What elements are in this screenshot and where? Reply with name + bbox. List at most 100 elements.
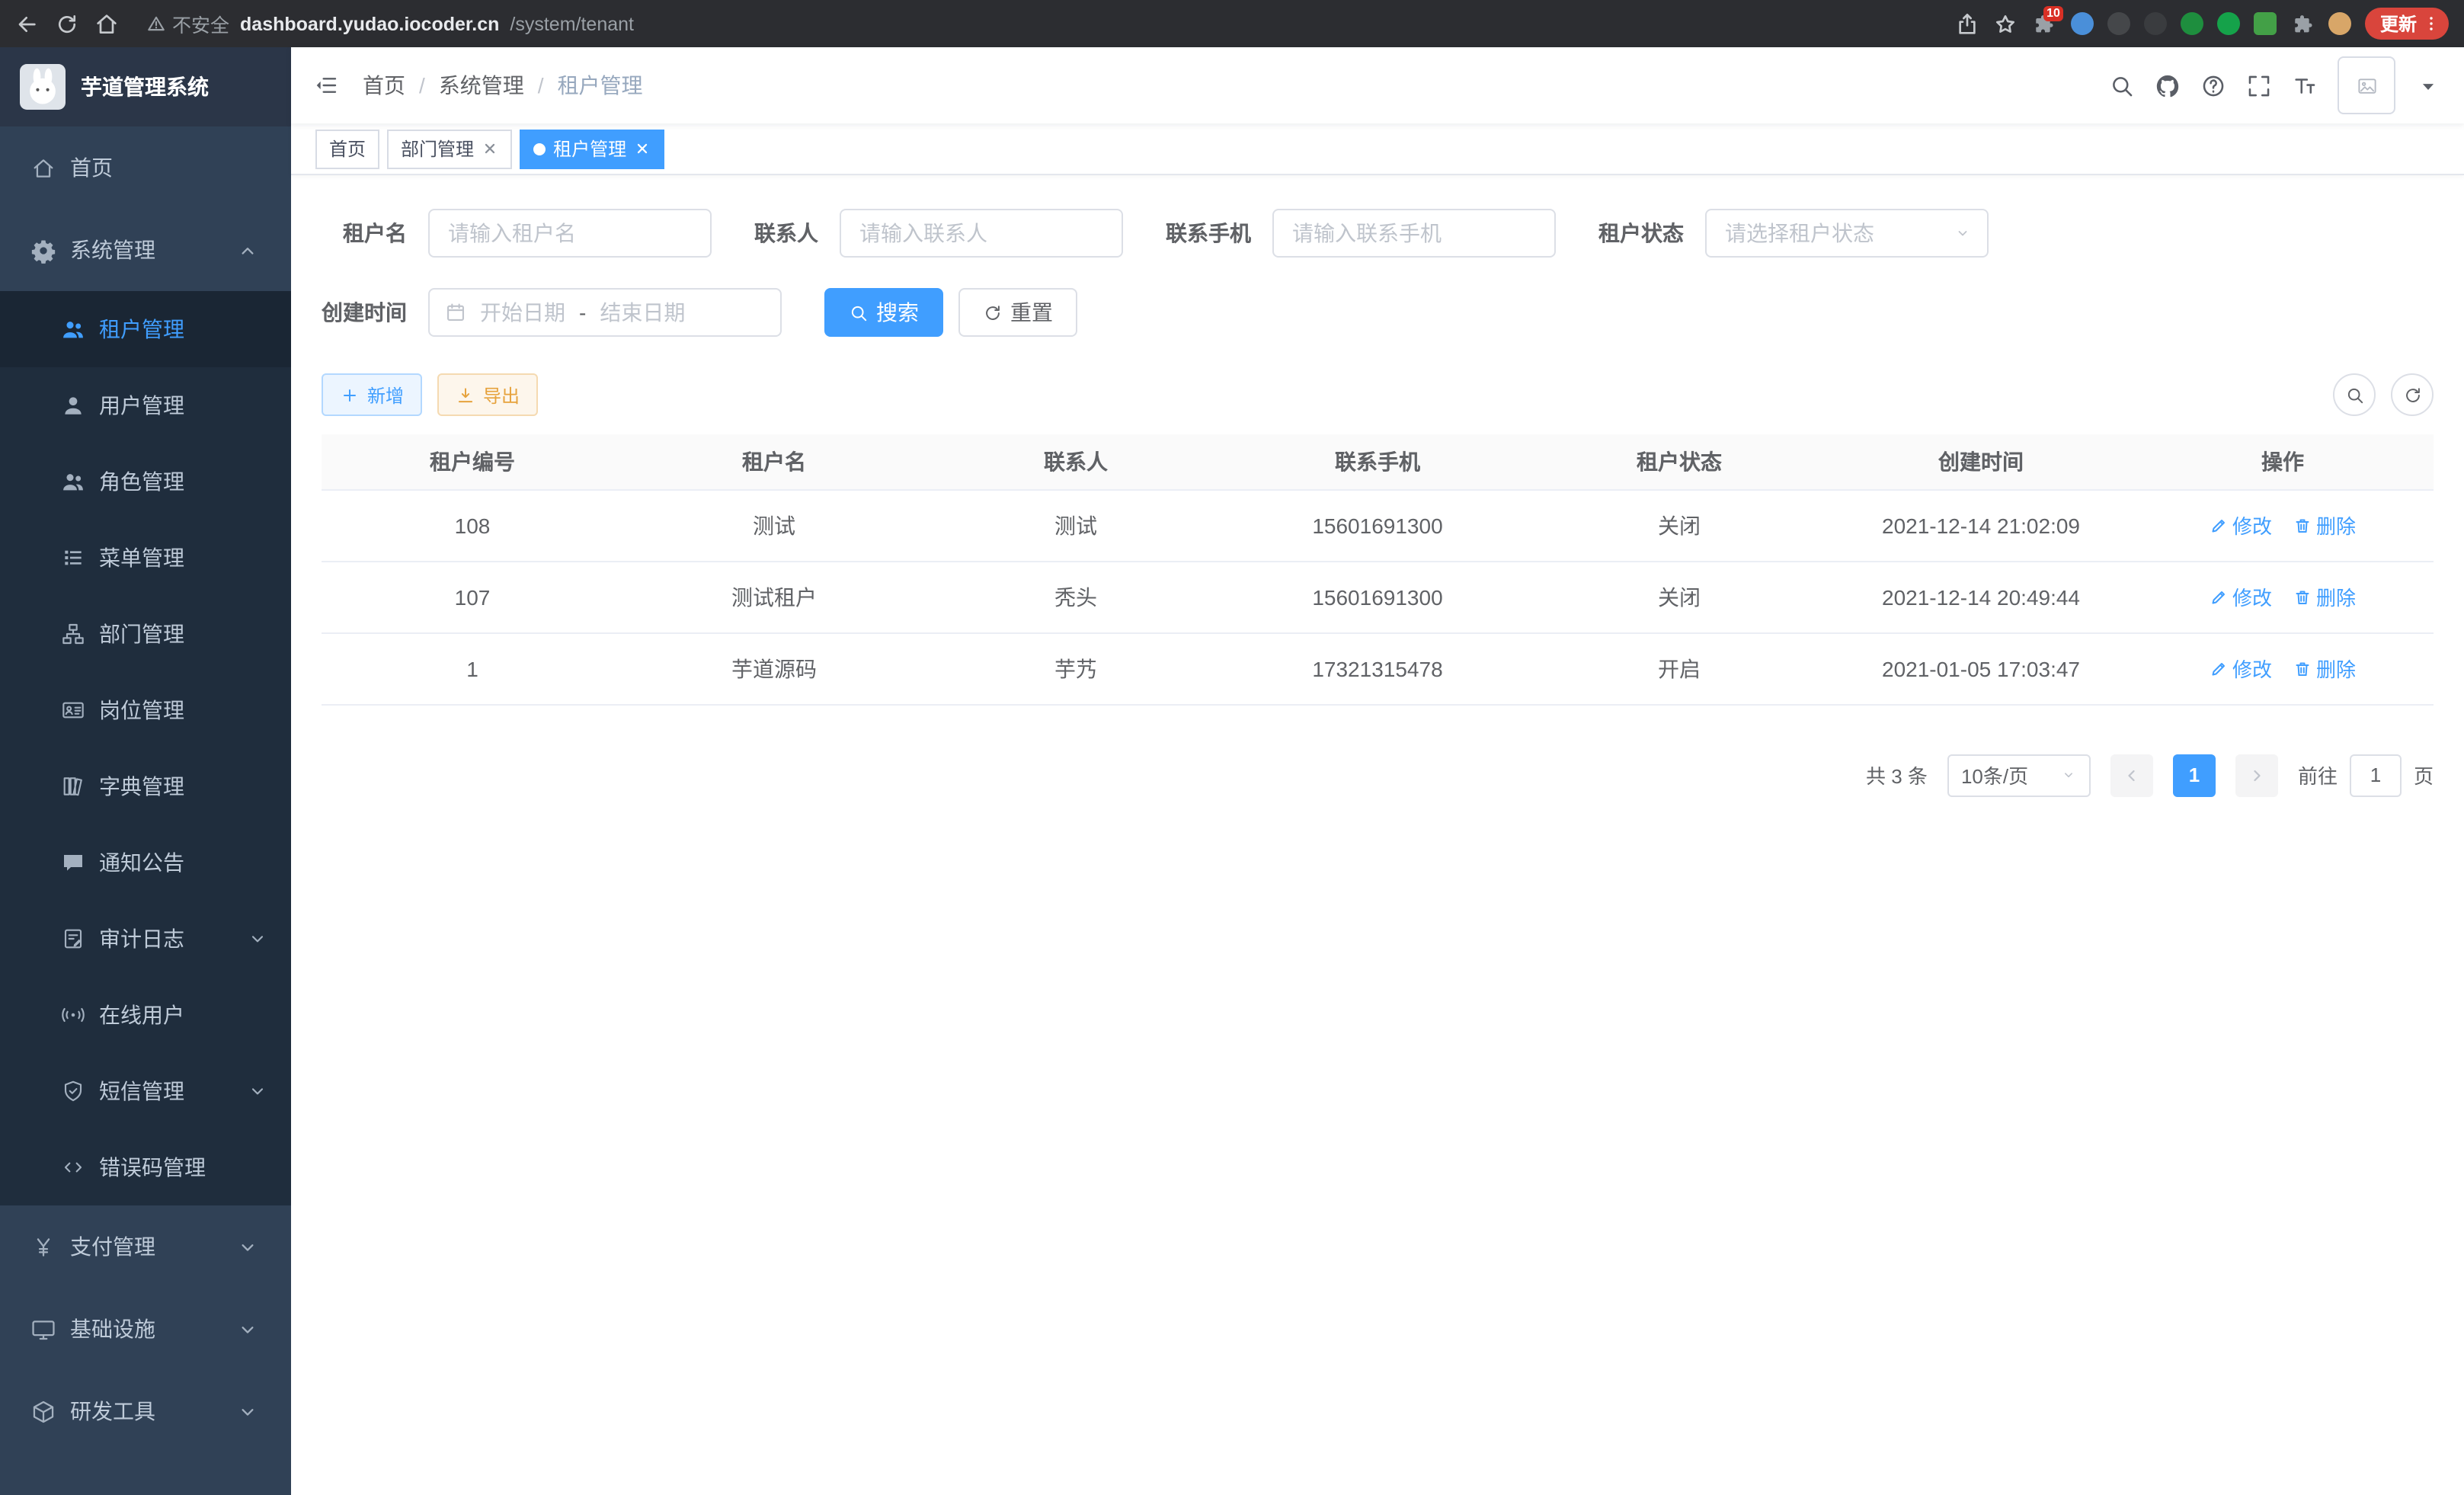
create-time-range-picker[interactable]: 开始日期 - 结束日期 <box>428 288 782 337</box>
sidebar-item-devtools[interactable]: 研发工具 <box>0 1370 291 1452</box>
sidebar-item-infra[interactable]: 基础设施 <box>0 1288 291 1370</box>
security-chip[interactable]: 不安全 <box>146 9 229 38</box>
delete-link[interactable]: 删除 <box>2293 582 2356 611</box>
export-button-label: 导出 <box>483 382 520 408</box>
column-header: 联系手机 <box>1227 434 1528 489</box>
export-button[interactable]: 导出 <box>437 373 538 416</box>
browser-home-icon[interactable] <box>94 11 119 36</box>
tab-tenant[interactable]: 租户管理 <box>520 129 664 168</box>
status-select-placeholder: 请选择租户状态 <box>1725 218 1874 248</box>
tab-home[interactable]: 首页 <box>315 129 379 168</box>
user-icon <box>61 393 85 418</box>
sidebar-item-dept[interactable]: 部门管理 <box>0 596 291 672</box>
extension-badge: 10 <box>2043 6 2063 21</box>
pagination: 共 3 条 10条/页 1 前往 页 <box>322 754 2434 796</box>
page-number-1[interactable]: 1 <box>2173 754 2216 796</box>
edit-link[interactable]: 修改 <box>2210 582 2272 611</box>
extension-green-icon-1[interactable] <box>2181 12 2203 35</box>
breadcrumb-system[interactable]: 系统管理 <box>439 70 524 101</box>
table-row: 1 芋道源码 芋艿 17321315478 开启 2021-01-05 17:0… <box>322 632 2434 704</box>
cell-phone: 15601691300 <box>1227 489 1528 561</box>
sidebar-logo[interactable]: 芋道管理系统 <box>0 47 291 126</box>
sidebar: 芋道管理系统 首页 系统管理 租户管理 用户管理 <box>0 47 291 1495</box>
reset-button[interactable]: 重置 <box>958 288 1077 337</box>
extension-dark-icon-1[interactable] <box>2107 12 2130 35</box>
close-icon[interactable] <box>482 140 498 157</box>
sidebar-item-sms[interactable]: 短信管理 <box>0 1053 291 1129</box>
kebab-menu-icon[interactable] <box>2421 14 2441 34</box>
cell-status: 关闭 <box>1528 561 1830 632</box>
delete-link[interactable]: 删除 <box>2293 511 2356 539</box>
tenant-name-input[interactable] <box>448 221 692 245</box>
address-bar[interactable]: 不安全 dashboard.yudao.iocoder.cn/system/te… <box>146 9 634 38</box>
close-icon[interactable] <box>634 140 651 157</box>
browser-back-icon[interactable] <box>15 11 40 36</box>
sidebar-item-menu[interactable]: 菜单管理 <box>0 520 291 596</box>
chevron-down-icon <box>235 1316 261 1342</box>
sidebar-item-post[interactable]: 岗位管理 <box>0 672 291 748</box>
table-row: 108 测试 测试 15601691300 关闭 2021-12-14 21:0… <box>322 489 2434 561</box>
extension-blue-icon[interactable] <box>2071 12 2094 35</box>
fullscreen-icon[interactable] <box>2246 72 2272 98</box>
sidebar-collapse-icon[interactable] <box>314 73 338 98</box>
sidebar-item-role[interactable]: 角色管理 <box>0 443 291 520</box>
goto-page-input[interactable] <box>2350 754 2402 796</box>
column-header: 租户名 <box>623 434 925 489</box>
search-icon[interactable] <box>2109 72 2135 98</box>
cell-contact: 测试 <box>925 489 1227 561</box>
edit-link[interactable]: 修改 <box>2210 511 2272 539</box>
user-menu-caret-icon[interactable] <box>2415 72 2441 98</box>
delete-link[interactable]: 删除 <box>2293 654 2356 683</box>
table-header-row: 租户编号 租户名 联系人 联系手机 租户状态 创建时间 操作 <box>322 434 2434 489</box>
edit-link[interactable]: 修改 <box>2210 654 2272 683</box>
toggle-search-button[interactable] <box>2333 373 2376 416</box>
browser-update-button[interactable]: 更新 <box>2365 8 2449 40</box>
user-avatar[interactable] <box>2338 56 2395 114</box>
bookmark-star-icon[interactable] <box>1993 11 2018 36</box>
extensions-puzzle-icon[interactable] <box>2290 11 2315 36</box>
sidebar-item-label: 基础设施 <box>70 1314 155 1344</box>
sidebar-item-system[interactable]: 系统管理 <box>0 209 291 291</box>
contact-input[interactable] <box>859 221 1103 245</box>
refresh-table-button[interactable] <box>2391 373 2434 416</box>
delete-label: 删除 <box>2316 582 2356 611</box>
filter-row-1: 租户名 联系人 联系手机 <box>322 209 2434 258</box>
sidebar-item-audit-log[interactable]: 审计日志 <box>0 901 291 977</box>
tab-label: 首页 <box>329 136 366 162</box>
phone-input[interactable] <box>1292 221 1536 245</box>
sidebar-item-dict[interactable]: 字典管理 <box>0 748 291 824</box>
page-size-select[interactable]: 10条/页 <box>1947 754 2091 796</box>
browser-toolbar-right: 10 更新 <box>1955 8 2449 40</box>
extension-green-icon-2[interactable] <box>2217 12 2240 35</box>
logo-avatar <box>20 64 66 110</box>
sidebar-item-online-user[interactable]: 在线用户 <box>0 977 291 1053</box>
sidebar-item-user[interactable]: 用户管理 <box>0 367 291 443</box>
tab-dept[interactable]: 部门管理 <box>387 129 512 168</box>
font-size-icon[interactable] <box>2292 72 2318 98</box>
sidebar-item-payment[interactable]: 支付管理 <box>0 1205 291 1288</box>
extension-badged-icon[interactable]: 10 <box>2031 11 2057 37</box>
sidebar-item-home[interactable]: 首页 <box>0 126 291 209</box>
github-icon[interactable] <box>2155 72 2181 98</box>
status-select[interactable]: 请选择租户状态 <box>1705 209 1989 258</box>
breadcrumb-separator: / <box>538 73 544 98</box>
help-icon[interactable] <box>2200 72 2226 98</box>
profile-avatar-icon[interactable] <box>2328 12 2351 35</box>
cell-phone: 17321315478 <box>1227 632 1528 704</box>
sidebar-item-tenant[interactable]: 租户管理 <box>0 291 291 367</box>
phone-input-wrap <box>1272 209 1556 258</box>
prev-page-button[interactable] <box>2110 754 2153 796</box>
cell-created: 2021-12-14 20:49:44 <box>1830 561 2132 632</box>
extension-green-square-icon[interactable] <box>2254 12 2277 35</box>
column-header: 操作 <box>2132 434 2434 489</box>
search-button[interactable]: 搜索 <box>824 288 943 337</box>
sidebar-item-notice[interactable]: 通知公告 <box>0 824 291 901</box>
next-page-button[interactable] <box>2235 754 2278 796</box>
share-icon[interactable] <box>1955 11 1979 36</box>
browser-reload-icon[interactable] <box>55 11 79 36</box>
extension-dark-icon-2[interactable] <box>2144 12 2167 35</box>
sidebar-item-error-code[interactable]: 错误码管理 <box>0 1129 291 1205</box>
breadcrumb-home[interactable]: 首页 <box>363 70 405 101</box>
cell-contact: 芋艿 <box>925 632 1227 704</box>
add-button[interactable]: 新增 <box>322 373 422 416</box>
